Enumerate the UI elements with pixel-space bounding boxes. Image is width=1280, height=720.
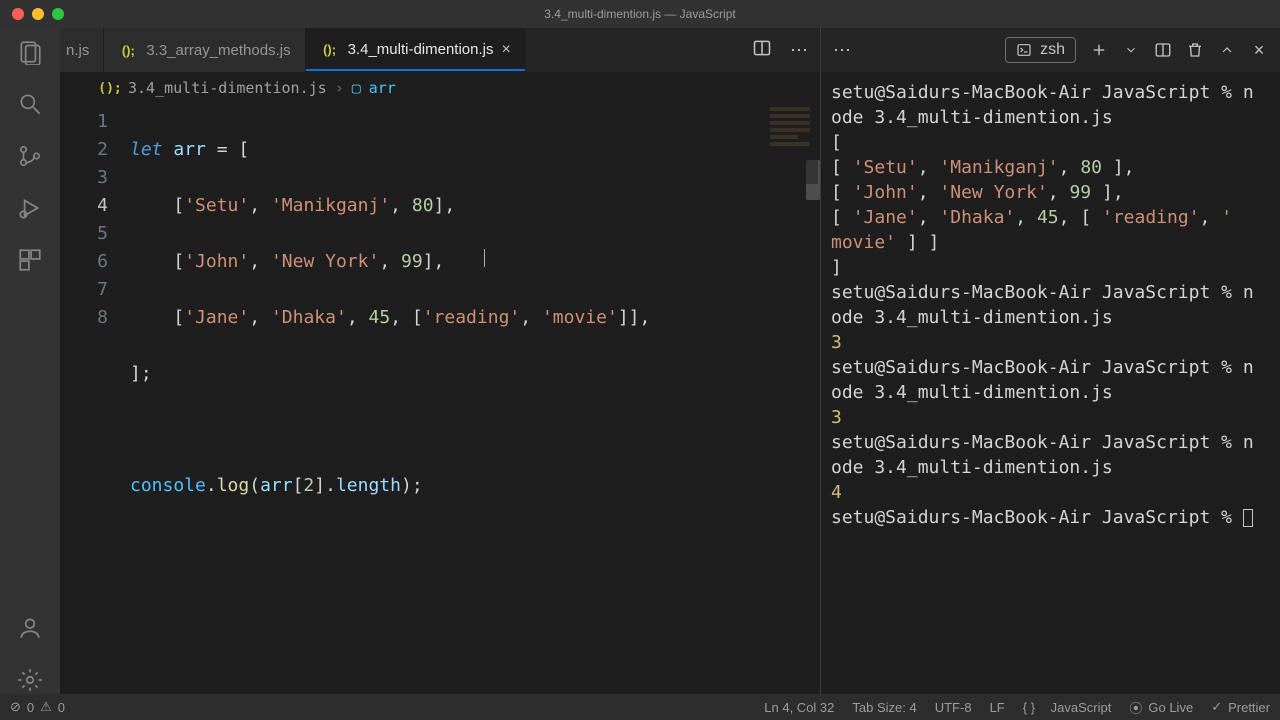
kill-terminal-icon[interactable]: [1186, 41, 1204, 59]
eol[interactable]: LF: [990, 700, 1005, 715]
chevron-right-icon: ›: [335, 79, 344, 97]
breadcrumb-file: 3.4_multi-dimention.js: [128, 79, 327, 97]
js-file-icon: ();: [100, 81, 120, 96]
tab-array-methods[interactable]: (); 3.3_array_methods.js: [104, 28, 305, 72]
editor-tabs: n.js (); 3.3_array_methods.js (); 3.4_mu…: [60, 28, 820, 72]
tab-label: 3.4_multi-dimention.js: [348, 41, 494, 58]
code-editor[interactable]: 1234 5678 let arr = [ ['Setu', 'Manikgan…: [60, 104, 820, 694]
check-icon: ✓: [1211, 699, 1222, 715]
terminal-panel: ⋯ zsh × setu@Saidurs-MacBook-Air JavaScr…: [820, 28, 1280, 694]
cursor-position[interactable]: Ln 4, Col 32: [764, 700, 834, 715]
split-terminal-icon[interactable]: [1154, 41, 1172, 59]
minimap[interactable]: [766, 104, 818, 184]
tab-label: n.js: [66, 42, 89, 59]
go-live[interactable]: ⦿ Go Live: [1129, 698, 1193, 717]
extensions-icon[interactable]: [16, 246, 44, 274]
text-cursor: [484, 249, 485, 267]
split-editor-icon[interactable]: [752, 38, 772, 63]
language-mode[interactable]: { } JavaScript: [1023, 700, 1112, 715]
settings-gear-icon[interactable]: [16, 666, 44, 694]
more-terminals-icon[interactable]: ⋯: [833, 40, 851, 61]
prettier-status[interactable]: ✓ Prettier: [1211, 699, 1270, 715]
title-bar: 3.4_multi-dimention.js — JavaScript: [0, 0, 1280, 28]
run-debug-icon[interactable]: [16, 194, 44, 222]
tab-size[interactable]: Tab Size: 4: [852, 700, 916, 715]
window-controls: [0, 8, 64, 20]
terminal-shell-label: zsh: [1040, 41, 1065, 59]
status-bar: ⊘ 0 ⚠ 0 Ln 4, Col 32 Tab Size: 4 UTF-8 L…: [0, 694, 1280, 720]
line-gutter: 1234 5678: [60, 104, 130, 694]
terminal-tabs: ⋯ zsh ×: [821, 28, 1280, 72]
breadcrumb-symbol: arr: [369, 79, 396, 97]
explorer-icon[interactable]: [16, 38, 44, 66]
prompt: setu@Saidurs-MacBook-Air JavaScript %: [831, 82, 1243, 103]
terminal-cursor: [1243, 509, 1253, 527]
js-file-icon: ();: [320, 42, 340, 57]
encoding[interactable]: UTF-8: [935, 700, 972, 715]
tab-partial[interactable]: n.js: [60, 28, 104, 72]
zoom-window-icon[interactable]: [52, 8, 64, 20]
problems-status[interactable]: ⊘ 0 ⚠ 0: [10, 699, 65, 715]
js-file-icon: ();: [118, 43, 138, 58]
error-icon: ⊘: [10, 699, 21, 715]
symbol-icon: ▢: [352, 79, 361, 97]
code-content[interactable]: let arr = [ ['Setu', 'Manikganj', 80], […: [130, 104, 820, 694]
terminal-output[interactable]: setu@Saidurs-MacBook-Air JavaScript % n …: [821, 72, 1280, 694]
window-title: 3.4_multi-dimention.js — JavaScript: [544, 7, 735, 21]
close-window-icon[interactable]: [12, 8, 24, 20]
new-terminal-icon[interactable]: [1090, 41, 1108, 59]
activity-bar: [0, 28, 60, 694]
more-actions-icon[interactable]: ⋯: [790, 40, 808, 61]
minimize-window-icon[interactable]: [32, 8, 44, 20]
close-tab-icon[interactable]: ×: [502, 42, 511, 58]
broadcast-icon: ⦿: [1129, 698, 1142, 717]
close-panel-icon[interactable]: ×: [1250, 41, 1268, 59]
search-icon[interactable]: [16, 90, 44, 118]
account-icon[interactable]: [16, 614, 44, 642]
tab-label: 3.3_array_methods.js: [146, 42, 290, 59]
chevron-down-icon[interactable]: [1122, 41, 1140, 59]
tab-multi-dimention[interactable]: (); 3.4_multi-dimention.js ×: [306, 28, 526, 72]
warning-icon: ⚠: [40, 699, 52, 715]
source-control-icon[interactable]: [16, 142, 44, 170]
terminal-picker[interactable]: zsh: [1005, 37, 1076, 63]
chevron-up-icon[interactable]: [1218, 41, 1236, 59]
breadcrumb[interactable]: (); 3.4_multi-dimention.js › ▢ arr: [60, 72, 820, 104]
tab-actions: ⋯: [752, 28, 820, 72]
